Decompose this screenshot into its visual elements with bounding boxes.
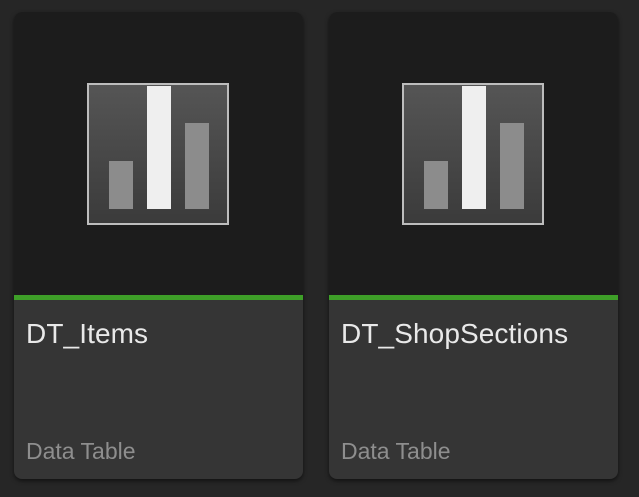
asset-tile-dt-shopsections[interactable]: DT_ShopSections Data Table — [329, 12, 618, 479]
asset-tile-dt-items[interactable]: DT_Items Data Table — [14, 12, 303, 479]
data-table-icon — [402, 83, 544, 225]
asset-type-color-bar — [14, 295, 303, 300]
data-table-icon — [87, 83, 229, 225]
asset-name: DT_Items — [26, 318, 149, 349]
asset-type-label: Data Table — [26, 438, 136, 464]
asset-thumbnail — [329, 12, 618, 295]
asset-name: DT_ShopSections — [341, 318, 569, 349]
asset-thumbnail — [14, 12, 303, 295]
asset-type-color-bar — [329, 295, 618, 300]
content-browser-grid: DT_Items Data Table DT_ShopSections Data… — [0, 0, 639, 497]
asset-type-label: Data Table — [341, 438, 451, 464]
